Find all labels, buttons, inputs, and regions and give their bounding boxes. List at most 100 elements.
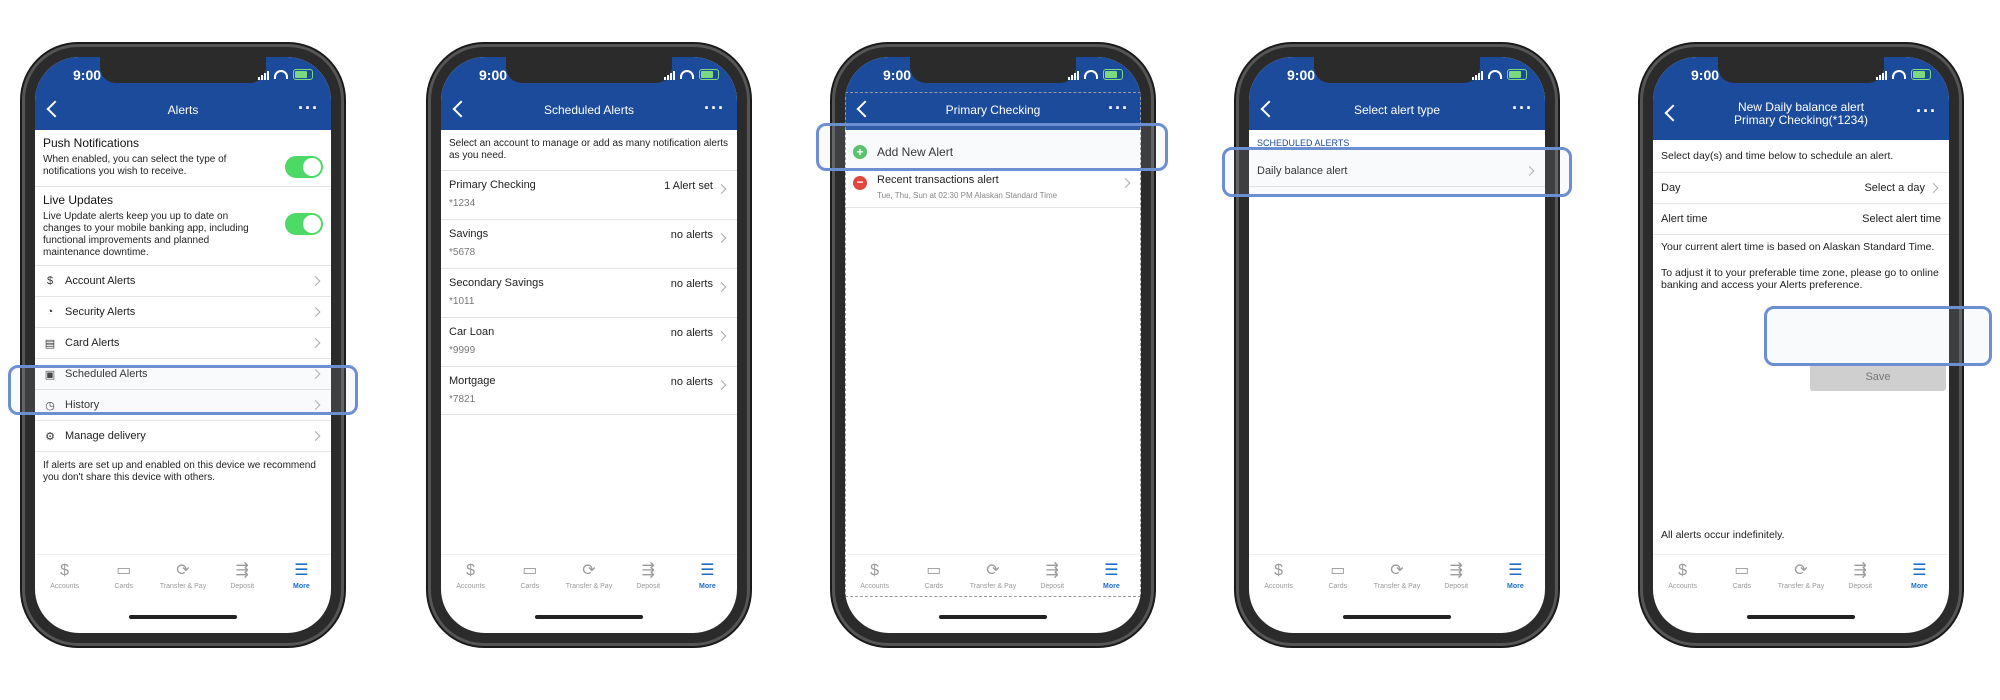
shield-icon: ◔	[46, 306, 54, 318]
tab-accounts[interactable]: $ Accounts	[35, 555, 94, 601]
account-number: *5678	[449, 247, 476, 258]
back-icon[interactable]	[1664, 104, 1682, 122]
chevron-right-icon	[716, 331, 727, 341]
menu-item-card-alerts[interactable]: ▤ Card Alerts	[35, 327, 331, 358]
save-button[interactable]: Save	[1810, 363, 1946, 391]
menu-icon: ☰	[700, 562, 715, 579]
tab-more[interactable]: ☰ More	[272, 555, 331, 601]
day-selector[interactable]: Day Select a day	[1653, 173, 1949, 204]
tab-cards[interactable]: ▭ Cards	[94, 555, 153, 601]
chevron-right-icon	[716, 282, 727, 292]
account-row-car-loan[interactable]: Car Loan *9999 no alerts	[441, 317, 737, 366]
status-bar: 9:00	[1653, 57, 1949, 92]
back-icon[interactable]	[452, 100, 470, 118]
transfer-icon: ⟳	[1794, 562, 1808, 579]
tab-accounts[interactable]: $ Accounts	[845, 555, 904, 601]
tab-deposit[interactable]: ⇶ Deposit	[1831, 555, 1890, 601]
back-icon[interactable]	[46, 100, 64, 118]
tab-bar: $ Accounts ▭ Cards ⟳ Transfer & Pay ⇶ Deposi…	[1249, 554, 1545, 601]
tab-accounts[interactable]: $ Accounts	[1653, 555, 1712, 601]
more-options-icon[interactable]: ···	[704, 98, 725, 119]
tab-accounts[interactable]: $ Accounts	[441, 555, 500, 601]
tab-transfer-pay[interactable]: ⟳ Transfer & Pay	[963, 555, 1022, 601]
status-bar: 9:00	[35, 57, 331, 92]
chevron-right-icon	[716, 233, 727, 243]
tab-transfer-pay[interactable]: ⟳ Transfer & Pay	[559, 555, 618, 601]
account-row-secondary-savings[interactable]: Secondary Savings *1011 no alerts	[441, 268, 737, 317]
menu-item-label: Card Alerts	[65, 337, 120, 349]
tab-accounts[interactable]: $ Accounts	[1249, 555, 1308, 601]
alert-row-recent-transactions[interactable]: − Recent transactions alert Tue, Thu, Su…	[845, 168, 1141, 208]
highlight-daily-balance-alert	[1222, 147, 1572, 197]
tab-deposit[interactable]: ⇶ Deposit	[213, 555, 272, 601]
tab-bar: $ Accounts ▭ Cards ⟳ Transfer & Pay ⇶ Deposi…	[845, 554, 1141, 601]
tab-more[interactable]: ☰ More	[1486, 555, 1545, 601]
tab-cards[interactable]: ▭ Cards	[1308, 555, 1367, 601]
tab-bar: $ Accounts ▭ Cards ⟳ Transfer & Pay ⇶ Deposi…	[35, 554, 331, 601]
more-options-icon[interactable]: ···	[298, 98, 319, 119]
status-time: 9:00	[883, 67, 912, 83]
menu-item-account-alerts[interactable]: $ Account Alerts	[35, 265, 331, 296]
back-icon[interactable]	[1260, 100, 1278, 118]
menu-item-security-alerts[interactable]: ◔ Security Alerts	[35, 296, 331, 327]
tab-deposit[interactable]: ⇶ Deposit	[1427, 555, 1486, 601]
instructions-text: Select day(s) and time below to schedule…	[1653, 140, 1949, 173]
more-options-icon[interactable]: ···	[1916, 101, 1937, 122]
card-icon: ▤	[44, 337, 56, 350]
wifi-icon	[274, 70, 288, 79]
more-options-icon[interactable]: ···	[1108, 98, 1129, 119]
battery-icon	[293, 69, 313, 80]
delete-icon[interactable]: −	[853, 176, 867, 190]
nav-bar: New Daily balance alert Primary Checking…	[1653, 92, 1949, 140]
highlight-add-new-alert	[816, 123, 1168, 171]
status-time: 9:00	[1287, 67, 1316, 83]
home-indicator	[129, 615, 237, 619]
battery-icon	[1507, 69, 1527, 80]
tab-bar: $ Accounts ▭ Cards ⟳ Transfer & Pay ⇶ Deposi…	[1653, 554, 1949, 601]
battery-icon	[1911, 69, 1931, 80]
alert-schedule: Tue, Thu, Sun at 02:30 PM Alaskan Standa…	[877, 191, 1058, 200]
alert-time-selector[interactable]: Alert time Select alert time	[1653, 204, 1949, 235]
tab-transfer-pay[interactable]: ⟳ Transfer & Pay	[1771, 555, 1830, 601]
menu-item-manage-delivery[interactable]: ⚙ Manage delivery	[35, 420, 331, 451]
signal-icon	[1068, 70, 1079, 80]
dollar-icon: $	[1274, 562, 1284, 579]
transfer-icon: ⟳	[582, 562, 596, 579]
tab-transfer-pay[interactable]: ⟳ Transfer & Pay	[153, 555, 212, 601]
tab-deposit[interactable]: ⇶ Deposit	[619, 555, 678, 601]
phone-alerts: 9:00 Alerts ··· Push Notifications When …	[22, 44, 344, 646]
live-updates-toggle[interactable]	[285, 213, 323, 235]
push-notifications-desc: When enabled, you can select the type of…	[43, 154, 227, 177]
tab-more[interactable]: ☰ More	[1890, 555, 1949, 601]
deposit-icon: ⇶	[641, 562, 655, 579]
tab-cards[interactable]: ▭ Cards	[500, 555, 559, 601]
timezone-note: Your current alert time is based on Alas…	[1661, 241, 1935, 253]
back-icon[interactable]	[856, 100, 874, 118]
account-row-mortgage[interactable]: Mortgage *7821 no alerts	[441, 366, 737, 415]
tab-more[interactable]: ☰ More	[678, 555, 737, 601]
account-row-savings[interactable]: Savings *5678 no alerts	[441, 219, 737, 268]
alert-status: no alerts	[670, 229, 713, 241]
tab-cards[interactable]: ▭ Cards	[904, 555, 963, 601]
more-options-icon[interactable]: ···	[1512, 98, 1533, 119]
page-title: New Daily balance alert	[1737, 100, 1865, 114]
card-icon: ▭	[926, 562, 942, 579]
tab-transfer-pay[interactable]: ⟳ Transfer & Pay	[1367, 555, 1426, 601]
page-subtitle: Primary Checking(*1234)	[1733, 113, 1869, 127]
card-icon: ▭	[1734, 562, 1750, 579]
push-notifications-toggle[interactable]	[285, 156, 323, 178]
chevron-right-icon	[716, 184, 727, 194]
alert-status: no alerts	[670, 376, 713, 388]
day-label: Day	[1661, 182, 1681, 194]
tab-more[interactable]: ☰ More	[1082, 555, 1141, 601]
account-row-primary-checking[interactable]: Primary Checking *1234 1 Alert set	[441, 170, 737, 219]
chevron-right-icon	[310, 338, 321, 348]
tab-cards[interactable]: ▭ Cards	[1712, 555, 1771, 601]
tab-deposit[interactable]: ⇶ Deposit	[1023, 555, 1082, 601]
transfer-icon: ⟳	[1390, 562, 1404, 579]
tab-bar: $ Accounts ▭ Cards ⟳ Transfer & Pay ⇶ Deposi…	[441, 554, 737, 601]
status-bar: 9:00	[441, 57, 737, 92]
transfer-icon: ⟳	[986, 562, 1000, 579]
gear-icon: ⚙	[45, 430, 55, 443]
status-bar: 9:00	[1249, 57, 1545, 92]
